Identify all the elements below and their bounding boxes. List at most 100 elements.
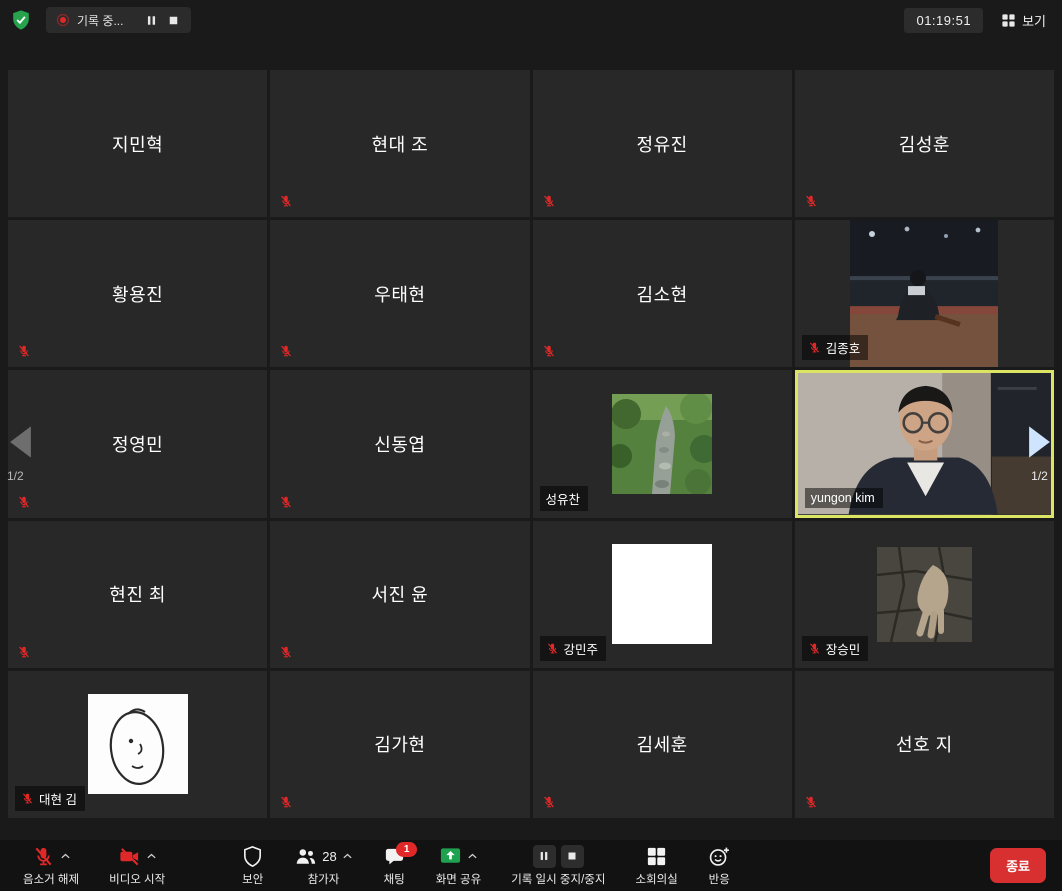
participant-name: 김세훈 bbox=[637, 731, 688, 757]
muted-mic-icon bbox=[17, 645, 31, 659]
muted-mic-icon bbox=[17, 344, 31, 358]
muted-mic-icon bbox=[17, 495, 31, 509]
meeting-timer: 01:19:51 bbox=[904, 8, 983, 33]
participant-tile[interactable]: 김세훈 bbox=[533, 671, 792, 818]
left-arrow-icon bbox=[7, 424, 34, 460]
muted-mic-icon bbox=[279, 645, 293, 659]
unmute-button[interactable]: 음소거 해제 bbox=[8, 840, 94, 891]
security-button[interactable]: 보안 bbox=[226, 840, 279, 891]
muted-mic-icon bbox=[279, 344, 293, 358]
participant-name: 김종호 bbox=[826, 338, 861, 357]
participants-icon bbox=[294, 845, 317, 868]
participant-name: 황용진 bbox=[112, 281, 163, 307]
participant-tile[interactable]: 김가현 bbox=[270, 671, 529, 818]
participant-name: 장승민 bbox=[826, 639, 861, 658]
muted-camera-icon bbox=[118, 845, 141, 868]
participant-tile[interactable]: 강민주 bbox=[533, 521, 792, 668]
meeting-topbar: 기록 중... 01:19:51 보기 bbox=[0, 0, 1062, 40]
record-control-label: 기록 일시 중지/중지 bbox=[511, 871, 605, 887]
muted-mic-icon bbox=[808, 642, 821, 655]
share-screen-icon bbox=[439, 845, 462, 868]
participant-tile[interactable]: 정영민 bbox=[8, 370, 267, 517]
participant-tile[interactable]: 정유진 bbox=[533, 70, 792, 217]
muted-mic-icon bbox=[279, 194, 293, 208]
stop-recording-icon[interactable] bbox=[166, 13, 181, 28]
page-indicator-right: 1/2 bbox=[1026, 469, 1053, 483]
participant-tile[interactable]: 대현 김 bbox=[8, 671, 267, 818]
participant-name: 지민혁 bbox=[112, 131, 163, 157]
pause-recording-icon[interactable] bbox=[144, 13, 159, 28]
security-shield-icon[interactable] bbox=[10, 9, 32, 31]
participant-name: 서진 윤 bbox=[372, 581, 429, 607]
right-arrow-icon bbox=[1026, 424, 1053, 460]
stop-recording-button[interactable] bbox=[561, 845, 584, 868]
meeting-toolbar: 음소거 해제 비디오 시작 보안 28 참가자 1 채팅 bbox=[0, 840, 1062, 891]
participant-name: 정영민 bbox=[112, 431, 163, 457]
participant-name: 김성훈 bbox=[899, 131, 950, 157]
next-page-button[interactable]: 1/2 bbox=[1026, 424, 1053, 483]
chevron-up-icon[interactable] bbox=[60, 852, 71, 860]
participants-count: 28 bbox=[322, 849, 336, 864]
participant-name: 대현 김 bbox=[39, 789, 77, 808]
participants-label: 참가자 bbox=[308, 871, 340, 887]
participant-tile[interactable]: 우태현 bbox=[270, 220, 529, 367]
participant-tile[interactable]: 김종호 bbox=[795, 220, 1054, 367]
participant-tile[interactable]: 장승민 bbox=[795, 521, 1054, 668]
breakout-rooms-label: 소회의실 bbox=[635, 871, 677, 887]
muted-mic-icon bbox=[542, 344, 556, 358]
participant-label: 강민주 bbox=[540, 636, 607, 661]
participants-button[interactable]: 28 참가자 bbox=[279, 840, 367, 891]
view-button[interactable]: 보기 bbox=[995, 7, 1052, 34]
recording-status-label: 기록 중... bbox=[77, 12, 123, 29]
chat-button[interactable]: 1 채팅 bbox=[368, 840, 421, 891]
pause-recording-button[interactable] bbox=[533, 845, 556, 868]
chevron-up-icon[interactable] bbox=[342, 852, 353, 860]
security-label: 보안 bbox=[242, 871, 263, 887]
participant-label: 대현 김 bbox=[15, 786, 85, 811]
participant-tile[interactable]: 성유찬 bbox=[533, 370, 792, 517]
chat-label: 채팅 bbox=[384, 871, 405, 887]
participant-tile[interactable]: 신동엽 bbox=[270, 370, 529, 517]
view-label: 보기 bbox=[1022, 11, 1046, 30]
participant-label: 김종호 bbox=[802, 335, 869, 360]
start-video-button[interactable]: 비디오 시작 bbox=[94, 840, 180, 891]
participant-name: 김소현 bbox=[637, 281, 688, 307]
previous-page-button[interactable]: 1/2 bbox=[7, 424, 34, 483]
participant-tile[interactable]: 김소현 bbox=[533, 220, 792, 367]
participant-tile[interactable]: 황용진 bbox=[8, 220, 267, 367]
chevron-up-icon[interactable] bbox=[146, 852, 157, 860]
muted-mic-icon bbox=[21, 792, 34, 805]
muted-mic-icon bbox=[542, 194, 556, 208]
participant-tile[interactable]: 서진 윤 bbox=[270, 521, 529, 668]
unmute-label: 음소거 해제 bbox=[23, 871, 79, 887]
participant-tile[interactable]: 현대 조 bbox=[270, 70, 529, 217]
participant-name: 김가현 bbox=[374, 731, 425, 757]
breakout-rooms-icon bbox=[645, 845, 668, 868]
reactions-button[interactable]: 반응 bbox=[693, 840, 746, 891]
recording-dot-icon bbox=[56, 13, 70, 27]
participant-name: 신동엽 bbox=[374, 431, 425, 457]
participant-name: 현진 최 bbox=[109, 581, 166, 607]
participant-tile[interactable]: 현진 최 bbox=[8, 521, 267, 668]
participant-tile[interactable]: 김성훈 bbox=[795, 70, 1054, 217]
participant-grid: 지민혁 현대 조 정유진 김성훈 황용진 우태현 김소현 bbox=[8, 70, 1054, 818]
participant-name: 선호 지 bbox=[896, 731, 953, 757]
participant-label: 성유찬 bbox=[540, 486, 589, 511]
participant-tile-active-speaker[interactable]: yungon kim bbox=[795, 370, 1054, 517]
chevron-up-icon[interactable] bbox=[467, 852, 478, 860]
participant-tile[interactable]: 선호 지 bbox=[795, 671, 1054, 818]
record-control[interactable]: 기록 일시 중지/중지 bbox=[496, 840, 620, 891]
participant-name: 성유찬 bbox=[546, 489, 581, 508]
muted-mic-icon bbox=[32, 845, 55, 868]
breakout-rooms-button[interactable]: 소회의실 bbox=[620, 840, 692, 891]
participant-name: 정유진 bbox=[637, 131, 688, 157]
end-meeting-button[interactable]: 종료 bbox=[990, 848, 1046, 883]
muted-mic-icon bbox=[279, 795, 293, 809]
participant-label: yungon kim bbox=[805, 488, 883, 508]
participant-name: 현대 조 bbox=[372, 131, 429, 157]
participant-name: yungon kim bbox=[811, 491, 875, 505]
share-screen-button[interactable]: 화면 공유 bbox=[421, 840, 497, 891]
muted-mic-icon bbox=[546, 642, 559, 655]
participant-tile[interactable]: 지민혁 bbox=[8, 70, 267, 217]
chat-badge: 1 bbox=[396, 842, 417, 857]
